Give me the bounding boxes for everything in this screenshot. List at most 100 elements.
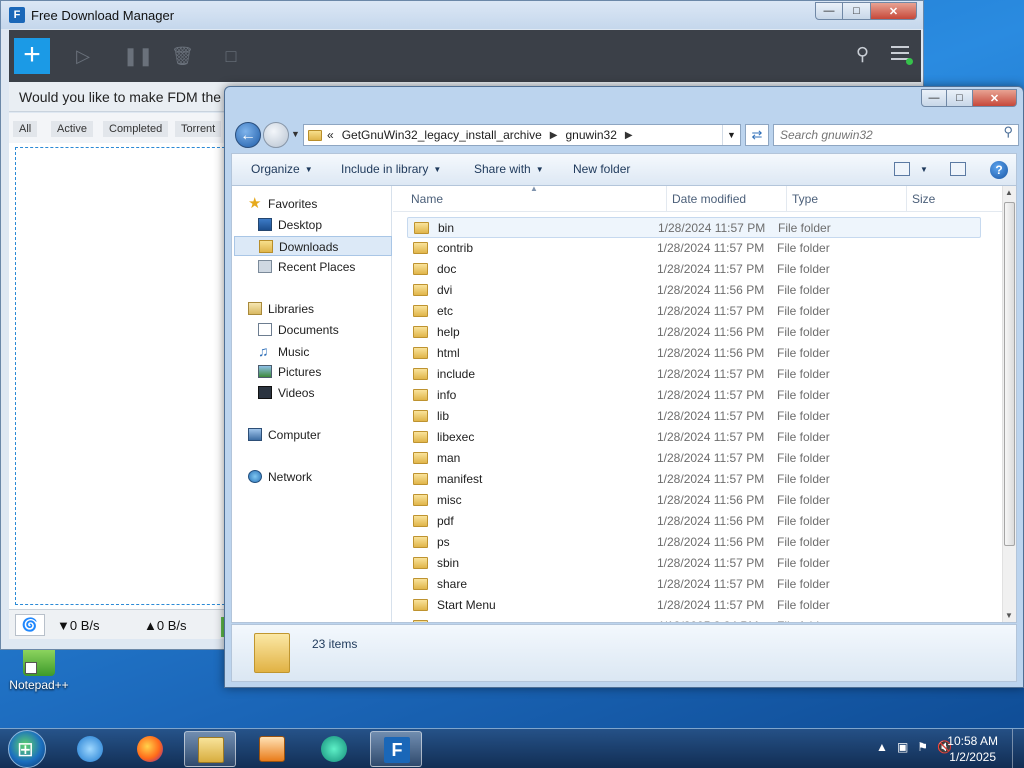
taskbar-media-player[interactable] <box>246 731 298 767</box>
explorer-maximize-button[interactable]: □ <box>947 89 973 107</box>
file-row[interactable]: ps 1/28/2024 11:56 PM File folder <box>407 532 981 553</box>
file-row[interactable]: lib 1/28/2024 11:57 PM File folder <box>407 406 981 427</box>
search-icon[interactable]: ⚲ <box>1003 124 1013 140</box>
taskbar-fdm[interactable]: F <box>370 731 422 767</box>
action-center-flag-icon[interactable]: ⚑ <box>917 740 928 754</box>
refresh-button[interactable]: ⇄ <box>745 124 769 146</box>
preview-pane-icon[interactable] <box>950 162 966 176</box>
file-row[interactable]: var 4/18/2005 3:34 PM File folder <box>407 616 981 622</box>
column-date-modified[interactable]: Date modified <box>672 192 746 206</box>
desktop-icon-notepadpp[interactable]: Notepad++ <box>6 644 72 692</box>
address-dropdown-icon[interactable]: ▼ <box>722 125 740 145</box>
fdm-maximize-button[interactable]: □ <box>843 2 871 20</box>
recent-pages-dropdown[interactable]: ▼ <box>291 129 300 139</box>
download-speed: ▼0 B/s <box>57 618 100 633</box>
fdm-drop-area[interactable] <box>9 143 229 609</box>
column-name[interactable]: Name <box>411 192 443 206</box>
file-name: Start Menu <box>437 598 496 612</box>
file-type: File folder <box>777 430 830 444</box>
file-row[interactable]: etc 1/28/2024 11:57 PM File folder <box>407 301 981 322</box>
navigation-pane: ★ Favorites Desktop Downloads Recent Plac… <box>232 186 392 622</box>
taskbar-firefox[interactable] <box>124 731 176 767</box>
address-bar[interactable]: « GetGnuWin32_legacy_install_archive ▶ g… <box>303 124 741 146</box>
forward-button[interactable] <box>263 122 289 148</box>
file-row[interactable]: help 1/28/2024 11:56 PM File folder <box>407 322 981 343</box>
view-dropdown-icon[interactable]: ▼ <box>920 162 928 176</box>
file-row[interactable]: man 1/28/2024 11:57 PM File folder <box>407 448 981 469</box>
file-row[interactable]: misc 1/28/2024 11:56 PM File folder <box>407 490 981 511</box>
breadcrumb-gnuwin32[interactable]: gnuwin32 <box>566 128 617 142</box>
column-type[interactable]: Type <box>792 192 818 206</box>
move-folder-icon[interactable]: □ <box>221 46 241 66</box>
file-row[interactable]: libexec 1/28/2024 11:57 PM File folder <box>407 427 981 448</box>
file-date: 4/18/2005 3:34 PM <box>657 616 758 622</box>
new-folder-button[interactable]: New folder <box>573 162 630 176</box>
filter-all[interactable]: All <box>13 121 38 137</box>
chevron-right-icon[interactable]: ▶ <box>625 130 633 141</box>
column-size[interactable]: Size <box>912 192 935 206</box>
scroll-up-icon[interactable]: ▲ <box>1005 188 1013 197</box>
show-hidden-icons-icon[interactable]: ▲ <box>876 740 888 754</box>
filter-torrent[interactable]: Torrent <box>175 121 222 137</box>
back-button[interactable]: ← <box>235 122 261 148</box>
nav-computer[interactable]: Computer <box>248 425 406 445</box>
taskbar-internet-explorer[interactable] <box>64 731 116 767</box>
include-in-library-menu[interactable]: Include in library ▼ <box>341 162 441 176</box>
taskbar-windows-explorer[interactable] <box>184 731 236 767</box>
explorer-minimize-button[interactable]: — <box>921 89 947 107</box>
file-row[interactable]: bin 1/28/2024 11:57 PM File folder <box>407 217 981 238</box>
trash-icon[interactable]: 🗑 <box>171 46 194 66</box>
file-date: 1/28/2024 11:56 PM <box>657 493 765 507</box>
vertical-scrollbar[interactable]: ▲ ▼ <box>1002 186 1016 622</box>
fdm-close-button[interactable]: ✕ <box>871 2 917 20</box>
file-row[interactable]: pdf 1/28/2024 11:56 PM File folder <box>407 511 981 532</box>
explorer-close-button[interactable]: ✕ <box>973 89 1017 107</box>
file-row[interactable]: include 1/28/2024 11:57 PM File folder <box>407 364 981 385</box>
show-desktop-button[interactable] <box>1012 729 1024 768</box>
file-row[interactable]: sbin 1/28/2024 11:57 PM File folder <box>407 553 981 574</box>
chevron-right-icon[interactable]: ▶ <box>550 130 558 141</box>
share-with-menu[interactable]: Share with ▼ <box>474 162 544 176</box>
nav-downloads[interactable]: Downloads <box>234 236 392 256</box>
fdm-minimize-button[interactable]: — <box>815 2 843 20</box>
greenshot-icon <box>321 736 347 762</box>
clock[interactable]: 10:58 AM 1/2/2025 <box>947 733 998 765</box>
recent-places-icon <box>258 260 272 273</box>
scrollbar-thumb[interactable] <box>1004 202 1015 546</box>
file-row[interactable]: doc 1/28/2024 11:57 PM File folder <box>407 259 981 280</box>
pause-icon[interactable]: ❚❚ <box>123 46 153 66</box>
taskbar-greenshot[interactable] <box>308 731 360 767</box>
filter-active[interactable]: Active <box>51 121 93 137</box>
folder-icon <box>413 578 428 590</box>
nav-network[interactable]: Network <box>248 467 406 487</box>
network-tray-icon[interactable]: ▣ <box>897 740 908 754</box>
nav-libraries[interactable]: Libraries <box>248 299 406 319</box>
filter-completed[interactable]: Completed <box>103 121 169 137</box>
file-row[interactable]: manifest 1/28/2024 11:57 PM File folder <box>407 469 981 490</box>
file-row[interactable]: info 1/28/2024 11:57 PM File folder <box>407 385 981 406</box>
upload-speed: ▲0 B/s <box>144 618 187 633</box>
fdm-titlebar[interactable]: F Free Download Manager <box>1 1 923 29</box>
file-row[interactable]: Start Menu 1/28/2024 11:57 PM File folder <box>407 595 981 616</box>
start-button[interactable] <box>8 730 46 768</box>
resume-icon[interactable]: ▷ <box>73 46 93 66</box>
address-overflow[interactable]: « <box>327 128 334 142</box>
breadcrumb-archive[interactable]: GetGnuWin32_legacy_install_archive <box>342 128 542 142</box>
nav-favorites[interactable]: ★ Favorites <box>248 194 406 214</box>
fdm-add-download-button[interactable]: + <box>14 38 50 74</box>
search-icon[interactable]: ⚲ <box>856 44 869 65</box>
file-row[interactable]: share 1/28/2024 11:57 PM File folder <box>407 574 981 595</box>
menu-icon[interactable] <box>891 46 913 65</box>
file-row[interactable]: dvi 1/28/2024 11:56 PM File folder <box>407 280 981 301</box>
search-input[interactable] <box>773 124 1019 146</box>
organize-menu[interactable]: Organize ▼ <box>251 162 313 176</box>
file-row[interactable]: contrib 1/28/2024 11:57 PM File folder <box>407 238 981 259</box>
music-icon: ♫ <box>258 343 269 359</box>
scroll-down-icon[interactable]: ▼ <box>1005 611 1013 620</box>
file-row[interactable]: html 1/28/2024 11:56 PM File folder <box>407 343 981 364</box>
help-icon[interactable]: ? <box>990 161 1008 179</box>
file-type: File folder <box>777 325 830 339</box>
file-type: File folder <box>777 556 830 570</box>
snail-mode-icon[interactable]: 🌀 <box>15 614 45 636</box>
change-view-icon[interactable] <box>894 162 910 176</box>
